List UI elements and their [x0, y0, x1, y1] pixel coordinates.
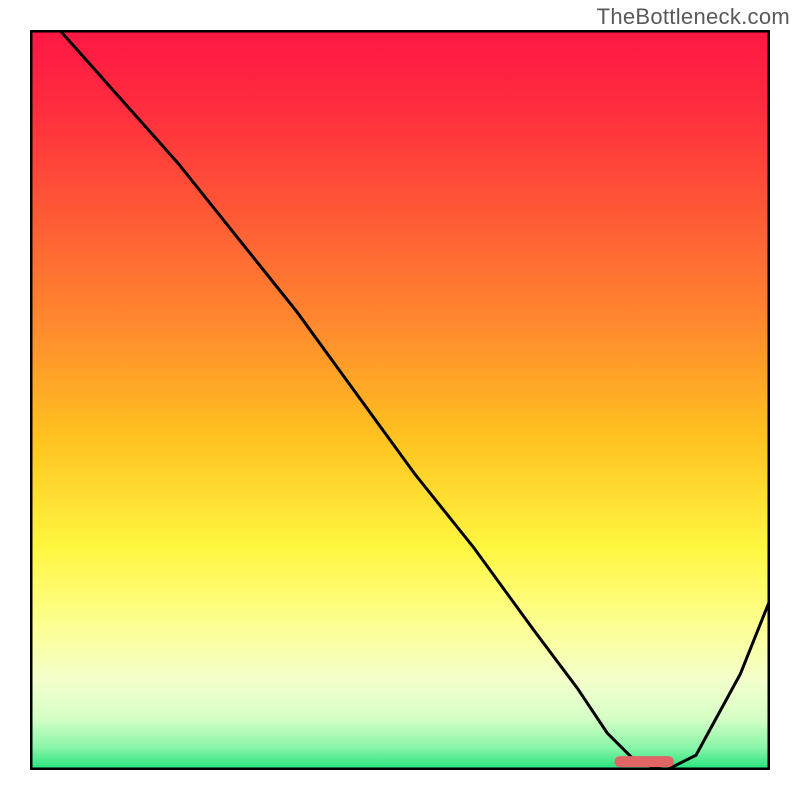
- plot-svg: [30, 30, 770, 770]
- attribution-text: TheBottleneck.com: [597, 4, 790, 30]
- chart-root: TheBottleneck.com: [0, 0, 800, 800]
- optimal-range-marker: [615, 756, 674, 767]
- gradient-background: [30, 30, 770, 770]
- plot-area: [30, 30, 770, 770]
